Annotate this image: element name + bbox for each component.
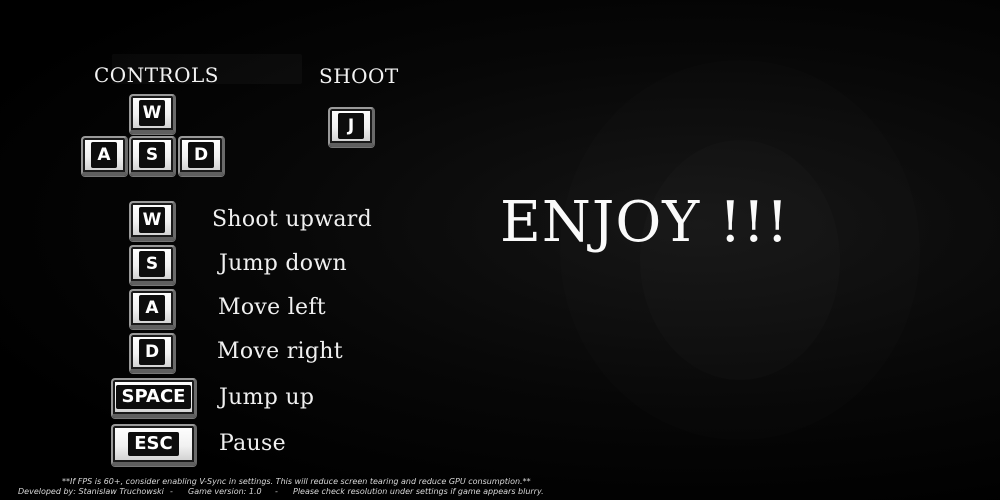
key-a-label: A [91,142,117,168]
binding-action-jump-down: Jump down [219,251,347,276]
binding-key-label: A [139,295,165,321]
binding-key-a: A [129,289,176,329]
binding-key-label: D [139,339,165,365]
footer-separator: - [275,487,278,496]
binding-key-s: S [129,245,176,285]
binding-key-space: SPACE [111,378,197,418]
binding-action-shoot-upward: Shoot upward [212,207,372,232]
footer-separator: - [170,487,173,496]
binding-key-label: SPACE [115,385,192,409]
key-w-label: W [139,100,165,126]
key-s: S [129,136,176,176]
footer-resolution-hint: Please check resolution under settings i… [293,487,544,496]
binding-key-d: D [129,333,176,373]
footer-vsync-note: **If FPS is 60+, consider enabling V-Syn… [62,477,531,486]
binding-action-move-right: Move right [217,339,343,364]
key-j-label: J [338,113,364,139]
controls-heading: CONTROLS [94,63,219,87]
key-w: W [129,94,176,134]
binding-key-w: W [129,201,176,241]
binding-key-esc: ESC [111,424,197,466]
binding-key-label: ESC [128,432,179,456]
game-screen: CONTROLS SHOOT W A S D J W Shoot upward … [0,0,1000,500]
binding-key-label: S [139,251,165,277]
binding-action-jump-up: Jump up [219,385,315,410]
shoot-heading: SHOOT [319,64,399,88]
key-s-label: S [139,142,165,168]
key-a: A [81,136,128,176]
key-j: J [328,107,375,147]
enjoy-title: ENJOY !!! [500,190,790,255]
key-d: D [178,136,225,176]
key-d-label: D [188,142,214,168]
background-shape [640,140,840,380]
footer-version: Game version: 1.0 [188,487,262,496]
binding-action-move-left: Move left [218,295,326,320]
binding-key-label: W [139,207,165,233]
footer-developer: Developed by: Stanislaw Truchowski [18,487,164,496]
binding-action-pause: Pause [219,431,286,456]
